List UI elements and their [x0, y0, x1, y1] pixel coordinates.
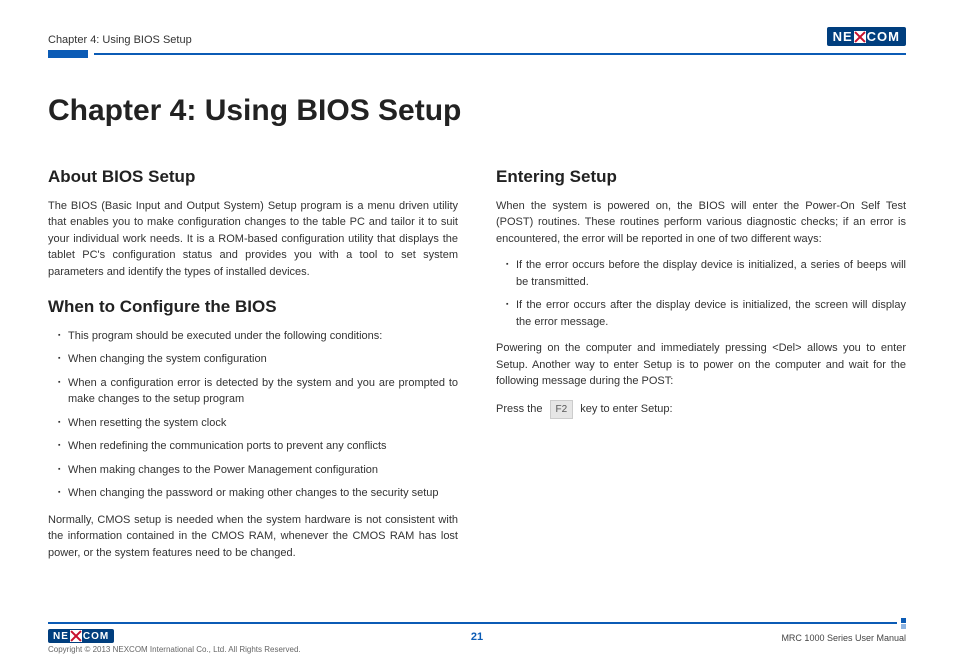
- logo-x-icon: [70, 630, 82, 642]
- right-column: Entering Setup When the system is powere…: [496, 164, 906, 571]
- logo-post: COM: [83, 631, 109, 642]
- list-item: When changing the password or making oth…: [58, 485, 458, 502]
- paragraph-enter-1: When the system is powered on, the BIOS …: [496, 198, 906, 248]
- header-accent-box: [48, 50, 88, 58]
- logo-pre: NE: [53, 631, 69, 642]
- press-key-pre: Press the: [496, 403, 542, 415]
- footer-accent-boxes: [901, 618, 906, 629]
- page-number: 21: [471, 631, 483, 643]
- paragraph-enter-2: Powering on the computer and immediately…: [496, 340, 906, 390]
- brand-logo-footer: NE COM: [48, 629, 114, 643]
- footer-rule: [48, 622, 897, 624]
- heading-when-configure: When to Configure the BIOS: [48, 294, 458, 320]
- list-item: This program should be executed under th…: [58, 328, 458, 345]
- breadcrumb: Chapter 4: Using BIOS Setup: [48, 34, 192, 46]
- logo-pre: NE: [833, 29, 853, 44]
- entering-setup-list: If the error occurs before the display d…: [496, 257, 906, 330]
- left-column: About BIOS Setup The BIOS (Basic Input a…: [48, 164, 458, 571]
- heading-entering-setup: Entering Setup: [496, 164, 906, 190]
- list-item: When redefining the communication ports …: [58, 438, 458, 455]
- list-item: When resetting the system clock: [58, 415, 458, 432]
- manual-title: MRC 1000 Series User Manual: [781, 633, 906, 643]
- copyright: Copyright © 2013 NEXCOM International Co…: [48, 645, 906, 654]
- list-item: If the error occurs after the display de…: [506, 297, 906, 330]
- press-key-line: Press the F2 key to enter Setup:: [496, 400, 906, 419]
- list-item: If the error occurs before the display d…: [506, 257, 906, 290]
- list-item: When changing the system configuration: [58, 351, 458, 368]
- when-configure-list: This program should be executed under th…: [48, 328, 458, 502]
- header-rule: [94, 53, 906, 55]
- press-key-post: key to enter Setup:: [580, 403, 672, 415]
- brand-logo: NE COM: [827, 27, 906, 46]
- heading-about-bios: About BIOS Setup: [48, 164, 458, 190]
- logo-x-icon: [854, 31, 866, 43]
- list-item: When making changes to the Power Managem…: [58, 462, 458, 479]
- paragraph-about-bios: The BIOS (Basic Input and Output System)…: [48, 198, 458, 281]
- chapter-title: Chapter 4: Using BIOS Setup: [48, 94, 906, 128]
- keycap-f2: F2: [550, 400, 574, 419]
- paragraph-when-tail: Normally, CMOS setup is needed when the …: [48, 512, 458, 562]
- list-item: When a configuration error is detected b…: [58, 375, 458, 408]
- logo-post: COM: [867, 29, 900, 44]
